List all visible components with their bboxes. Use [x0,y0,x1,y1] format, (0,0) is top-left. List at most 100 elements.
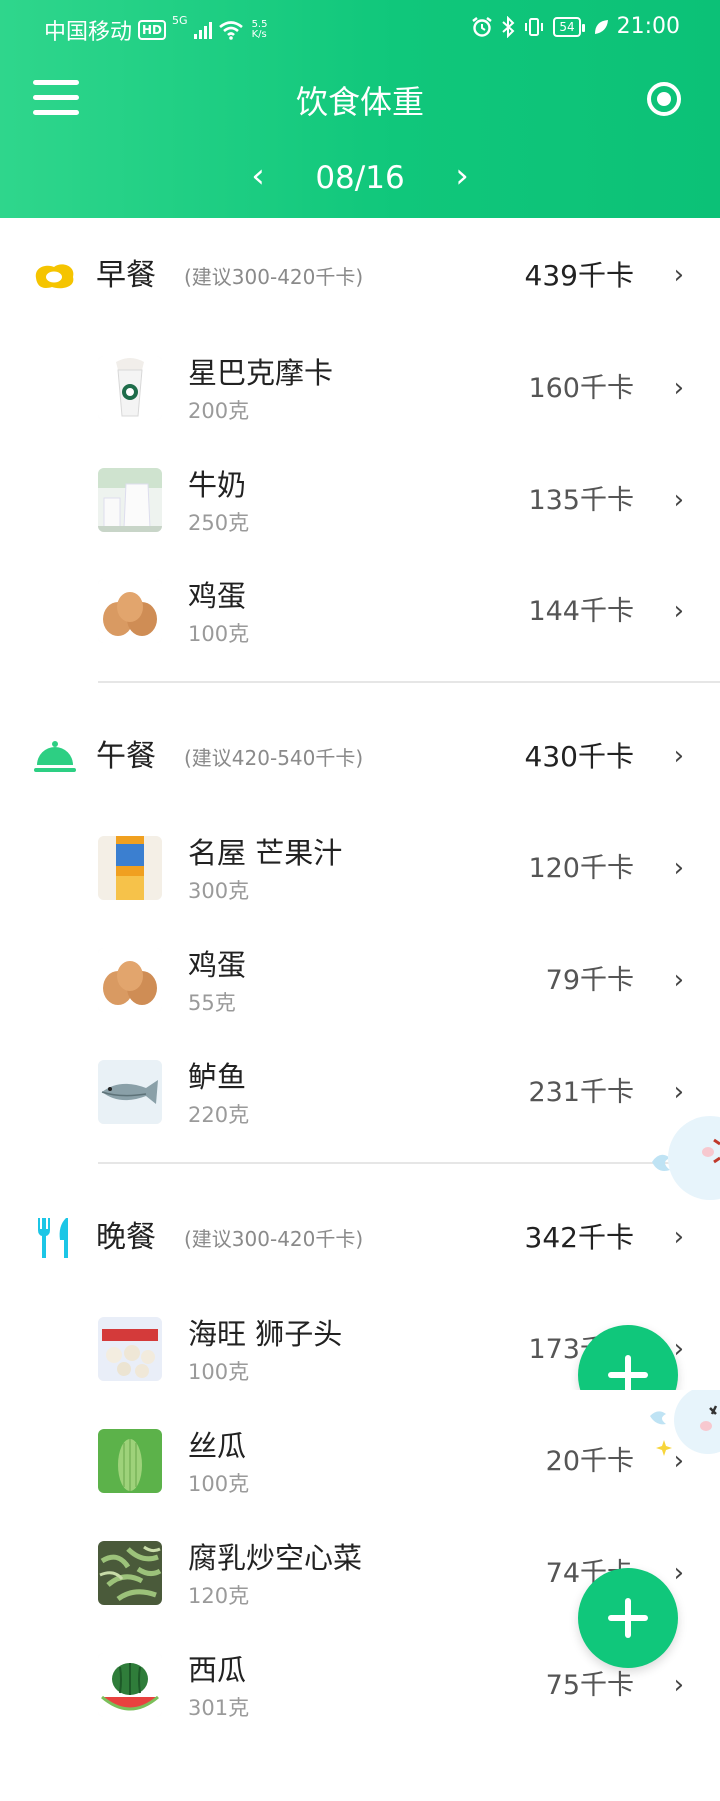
date-selector: ‹ 08/16 › [0,156,720,200]
food-kcal: 75千卡 [545,1670,634,1701]
net-speed: 5.5 K/s [252,20,268,40]
mascot-character-icon[interactable] [648,1390,720,1470]
chevron-right-icon: › [673,596,684,626]
clock-label: 21:00 [616,14,680,39]
fried-egg-icon [35,264,74,289]
food-row[interactable]: 丝瓜 100克 20千卡 › [0,1416,720,1512]
food-thumbnail-loofah [98,1429,162,1493]
chevron-right-icon: › [673,1558,684,1588]
food-thumbnail-milk [98,468,162,532]
food-weight: 301克 [188,1696,250,1720]
fork-knife-icon [38,1218,68,1258]
meal-name: 早餐 [96,258,156,293]
net-speed-unit: K/s [251,29,267,40]
food-weight: 100克 [188,1472,250,1496]
food-name: 鲈鱼 [188,1060,247,1094]
food-kcal: 231千卡 [528,1077,634,1108]
food-name: 牛奶 [188,468,247,502]
food-kcal: 135千卡 [528,485,634,516]
section-divider [98,1162,720,1164]
meal-header-lunch[interactable]: 午餐 (建议420-540千卡) 430千卡 › [0,727,720,787]
food-name: 西瓜 [188,1653,247,1687]
hd-badge: HD [138,20,167,40]
food-kcal: 160千卡 [528,373,634,404]
food-thumbnail-mango-juice [98,836,162,900]
food-name: 海旺 狮子头 [188,1317,343,1351]
meal-suggestion: (建议300-420千卡) [184,1227,364,1251]
food-thumbnail-eggs [98,579,162,643]
alarm-icon [472,16,493,37]
food-thumbnail-greens [98,1541,162,1605]
chevron-right-icon: › [673,260,684,290]
next-day-button[interactable]: › [442,156,482,200]
food-kcal: 20千卡 [545,1446,634,1477]
food-row[interactable]: 星巴克摩卡 200克 160千卡 › [0,343,720,439]
signal-icon [193,21,212,39]
chevron-right-icon: › [673,1222,684,1252]
prev-day-button[interactable]: ‹ [238,156,278,200]
mascot-character-icon[interactable] [650,1112,720,1212]
carrier-label: 中国移动 [44,20,133,45]
meal-header-breakfast[interactable]: 早餐 (建议300-420千卡) 439千卡 › [0,246,720,306]
food-weight: 220克 [188,1103,250,1127]
food-kcal: 144千卡 [528,596,634,627]
meal-total-kcal: 342千卡 [524,1221,634,1254]
food-weight: 100克 [188,1360,250,1384]
food-name: 星巴克摩卡 [188,356,334,390]
status-left: 中国移动 HD 5G 5.5 K/s [44,14,267,46]
food-weight: 100克 [188,622,250,646]
food-thumbnail-eggs [98,948,162,1012]
food-name: 名屋 芒果汁 [188,836,343,870]
meal-header-dinner[interactable]: 晚餐 (建议300-420千卡) 342千卡 › [0,1208,720,1268]
food-row[interactable]: 名屋 芒果汁 300克 120千卡 › [0,823,720,919]
chevron-right-icon: › [673,1077,684,1107]
bluetooth-icon [502,15,515,38]
food-weight: 120克 [188,1584,250,1608]
add-icon[interactable] [578,1325,678,1390]
battery-indicator: 54 [553,16,585,37]
cloche-icon [34,741,76,772]
meal-total-kcal: 430千卡 [524,740,634,773]
wifi-icon [218,21,243,40]
meal-suggestion: (建议300-420千卡) [184,265,364,289]
chevron-right-icon: › [673,741,684,771]
chevron-right-icon: › [673,1670,684,1700]
food-name: 鸡蛋 [188,579,247,613]
food-row[interactable]: 鸡蛋 55克 79千卡 › [0,935,720,1031]
food-weight: 200克 [188,399,250,423]
current-date[interactable]: 08/16 [315,156,404,200]
add-food-button-secondary[interactable] [570,1318,720,1390]
food-weight: 300克 [188,879,250,903]
network-type-label: 5G [172,14,188,27]
vibrate-icon [525,17,544,36]
target-icon[interactable] [646,81,682,117]
food-kcal: 79千卡 [545,965,634,996]
add-food-button[interactable] [578,1568,678,1668]
food-kcal: 120千卡 [528,853,634,884]
food-weight: 55克 [188,991,236,1015]
app-header: 中国移动 HD 5G 5.5 K/s 54 21:00 饮食体重 ‹ 08/16… [0,0,720,218]
chevron-right-icon: › [673,853,684,883]
chevron-right-icon: › [673,965,684,995]
meal-suggestion: (建议420-540千卡) [184,746,364,770]
food-thumbnail-starbucks [98,356,162,420]
food-name: 鸡蛋 [188,948,247,982]
status-bar: 中国移动 HD 5G 5.5 K/s 54 21:00 [0,0,720,55]
food-name: 丝瓜 [188,1429,247,1463]
chevron-right-icon: › [673,485,684,515]
status-right: 54 21:00 [471,14,680,39]
food-thumbnail-fish [98,1060,162,1124]
section-divider [98,681,720,683]
food-row[interactable]: 鲈鱼 220克 231千卡 › [0,1047,720,1143]
food-thumbnail-watermelon [98,1653,162,1717]
food-row[interactable]: 鸡蛋 100克 144千卡 › [0,566,720,662]
food-thumbnail-meatballs [98,1317,162,1381]
page-title: 饮食体重 [295,83,424,121]
chevron-right-icon: › [673,373,684,403]
leaf-icon [594,19,608,34]
food-weight: 250克 [188,511,250,535]
meal-name: 午餐 [96,739,156,774]
food-row[interactable]: 牛奶 250克 135千卡 › [0,455,720,551]
meal-name: 晚餐 [96,1220,156,1255]
meal-total-kcal: 439千卡 [524,259,634,292]
